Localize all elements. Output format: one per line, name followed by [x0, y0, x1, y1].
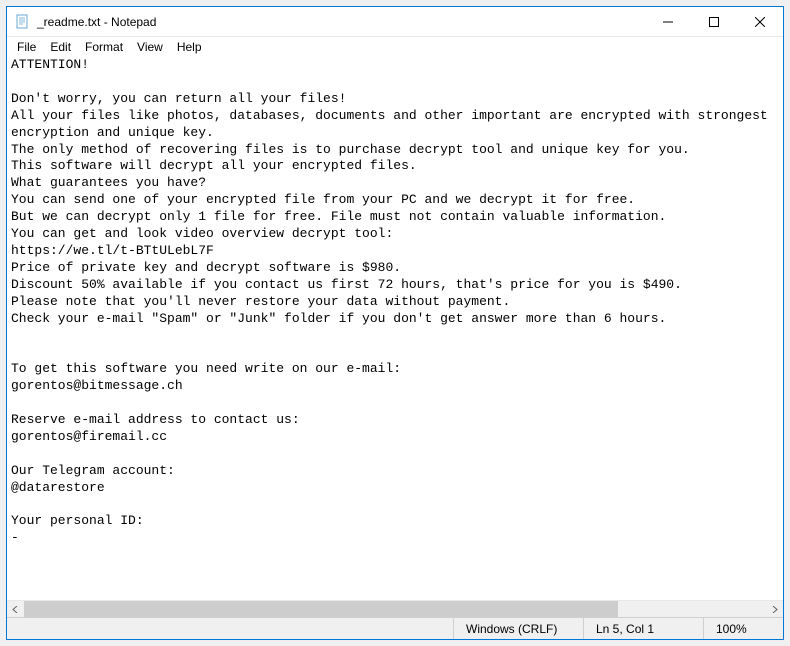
statusbar: Windows (CRLF) Ln 5, Col 1 100%	[7, 617, 783, 639]
status-encoding: Windows (CRLF)	[453, 618, 583, 639]
menu-help[interactable]: Help	[171, 39, 208, 55]
status-zoom: 100%	[703, 618, 783, 639]
scroll-left-button[interactable]	[7, 601, 24, 618]
notepad-window: _readme.txt - Notepad File Edit Format V…	[6, 6, 784, 640]
text-editor[interactable]: ATTENTION! Don't worry, you can return a…	[7, 57, 783, 600]
window-title: _readme.txt - Notepad	[37, 15, 645, 29]
menu-edit[interactable]: Edit	[44, 39, 77, 55]
scroll-thumb[interactable]	[24, 601, 618, 618]
titlebar: _readme.txt - Notepad	[7, 7, 783, 37]
maximize-button[interactable]	[691, 7, 737, 36]
status-position: Ln 5, Col 1	[583, 618, 703, 639]
menu-file[interactable]: File	[11, 39, 42, 55]
scroll-track[interactable]	[24, 601, 766, 618]
horizontal-scrollbar[interactable]	[7, 600, 783, 617]
minimize-button[interactable]	[645, 7, 691, 36]
content-area: ATTENTION! Don't worry, you can return a…	[7, 57, 783, 617]
menu-format[interactable]: Format	[79, 39, 129, 55]
notepad-icon	[15, 14, 31, 30]
window-controls	[645, 7, 783, 36]
menubar: File Edit Format View Help	[7, 37, 783, 57]
close-button[interactable]	[737, 7, 783, 36]
scroll-right-button[interactable]	[766, 601, 783, 618]
menu-view[interactable]: View	[131, 39, 169, 55]
